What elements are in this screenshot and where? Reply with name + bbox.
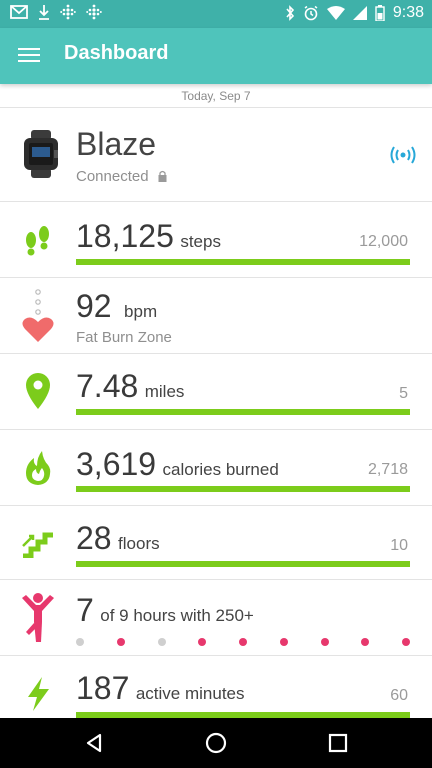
hour-dot: [402, 638, 410, 646]
hour-dot: [116, 638, 125, 646]
hour-dot: [76, 638, 84, 646]
steps-value: 18,125: [76, 218, 174, 254]
distance-goal: 5: [399, 385, 408, 402]
recents-square-icon[interactable]: [326, 731, 350, 755]
app-bar: Dashboard: [0, 28, 432, 84]
page-title: Dashboard: [64, 42, 169, 64]
active-main: 187 active minutes: [76, 670, 245, 707]
steps-tile[interactable]: 18,125 steps 12,000: [0, 202, 432, 278]
calories-goal: 2,718: [367, 461, 408, 478]
lock-icon: [158, 170, 167, 182]
battery-icon: [375, 5, 385, 21]
floors-goal: 10: [390, 537, 408, 554]
floors-main: 28 floors: [76, 520, 160, 557]
system-icons: 9:38: [285, 4, 424, 22]
distance-main: 7.48 miles: [76, 368, 184, 405]
hour-dot: [157, 638, 166, 646]
device-tile[interactable]: Blaze Connected: [0, 108, 432, 202]
lightning-icon: [28, 677, 49, 711]
active-unit: active minutes: [135, 684, 245, 703]
floors-unit: floors: [118, 534, 160, 553]
hour-dot: [279, 638, 288, 646]
navigation-bar: [0, 718, 432, 768]
heart-zone: Fat Burn Zone: [76, 329, 172, 346]
distance-unit: miles: [144, 382, 185, 401]
fitbit-icon: [86, 4, 102, 20]
calories-progress-bar: [76, 486, 410, 492]
active-value: 187: [76, 670, 130, 706]
heart-value: 92: [76, 288, 112, 324]
bluetooth-icon: [286, 5, 294, 21]
hour-dot: [198, 638, 207, 646]
hourly-text: of 9 hours with 250+: [100, 606, 254, 625]
hamburger-menu-icon[interactable]: [18, 44, 40, 66]
distance-progress-bar: [76, 409, 410, 415]
notification-icons: [10, 4, 102, 20]
status-bar: 9:38: [0, 0, 432, 28]
steps-main: 18,125 steps: [76, 218, 221, 255]
floors-progress-bar: [76, 561, 410, 567]
hourly-main: 7 of 9 hours with 250+: [76, 592, 254, 629]
hour-dot: [361, 638, 370, 646]
alarm-icon: [304, 5, 318, 21]
hour-dot: [239, 638, 247, 646]
active-goal: 60: [390, 687, 408, 704]
back-triangle-icon[interactable]: [82, 731, 106, 755]
hourly-value: 7: [76, 592, 94, 628]
device-status: Connected: [76, 168, 167, 185]
location-pin-icon: [26, 373, 50, 409]
fitbit-icon: [60, 4, 76, 20]
distance-tile[interactable]: 7.48 miles 5: [0, 354, 432, 430]
home-circle-icon[interactable]: [204, 731, 228, 755]
download-icon: [39, 5, 49, 20]
sync-signal-icon[interactable]: [390, 146, 416, 164]
active-minutes-tile[interactable]: 187 active minutes 60: [0, 656, 432, 718]
signal-icon: [352, 6, 367, 20]
steps-unit: steps: [180, 232, 221, 251]
clock-time: 9:38: [392, 4, 424, 21]
steps-goal: 12,000: [359, 233, 408, 250]
stairs-icon: [22, 532, 53, 558]
steps-progress-bar: [76, 259, 410, 265]
device-name: Blaze: [76, 126, 157, 162]
hourly-activity-tile[interactable]: 7 of 9 hours with 250+: [0, 580, 432, 656]
floors-value: 28: [76, 520, 112, 556]
calories-value: 3,619: [76, 446, 157, 482]
heart-rate-tile[interactable]: 92 bpm Fat Burn Zone: [0, 278, 432, 354]
heart-unit: bpm: [124, 302, 158, 321]
date-label: Today, Sep 7: [0, 84, 432, 108]
watch-icon: [24, 130, 58, 178]
calories-unit: calories burned: [162, 460, 279, 479]
heart-main: 92 bpm: [76, 288, 157, 325]
hour-dot: [320, 638, 329, 646]
calories-main: 3,619 calories burned: [76, 446, 279, 483]
heart-icon: [22, 289, 54, 342]
hourly-dots: [76, 638, 410, 646]
person-active-icon: [22, 593, 54, 642]
floors-tile[interactable]: 28 floors 10: [0, 506, 432, 580]
wifi-icon: [326, 6, 345, 20]
device-status-label: Connected: [76, 168, 149, 185]
gmail-icon: [10, 5, 28, 19]
distance-value: 7.48: [76, 368, 139, 404]
calories-tile[interactable]: 3,619 calories burned 2,718: [0, 430, 432, 506]
footsteps-icon: [26, 226, 49, 256]
flame-icon: [26, 451, 51, 485]
